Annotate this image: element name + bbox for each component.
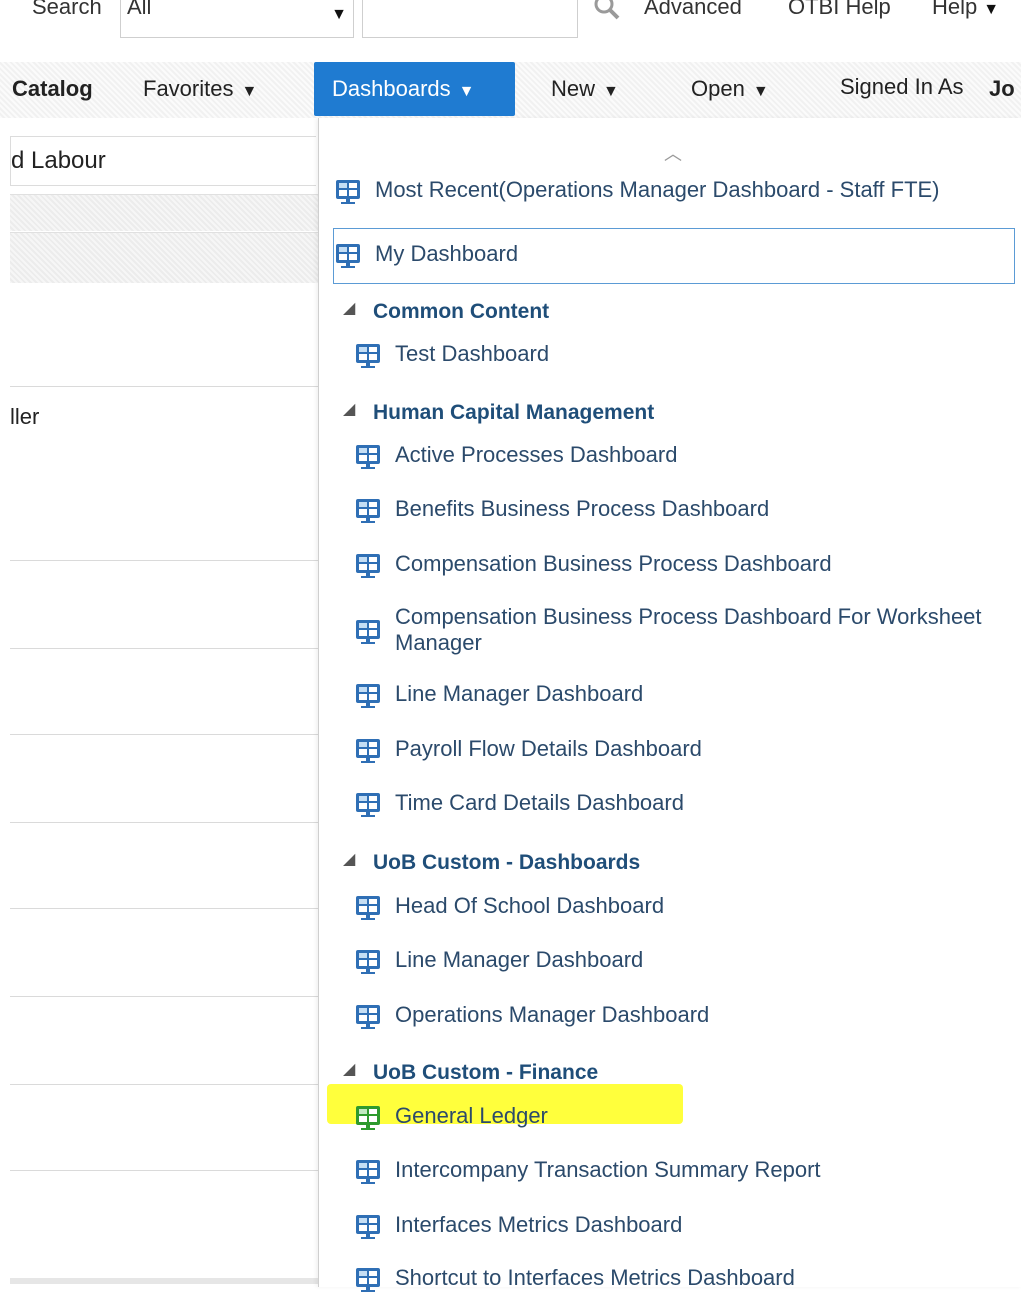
- dashboard-icon: [355, 1104, 381, 1132]
- catalog-link[interactable]: Catalog: [12, 76, 93, 102]
- row-text: ller: [10, 404, 40, 429]
- dashboard-icon: [355, 737, 381, 765]
- signed-in-label: Signed In As: [840, 74, 964, 99]
- page-title-box: d Labour: [10, 136, 316, 186]
- otbi-help-link[interactable]: OTBI Help: [788, 0, 891, 20]
- dashboard-icon: [355, 791, 381, 819]
- dashboards-label: Dashboards: [332, 76, 451, 101]
- menu-item-label: Compensation Business Process Dashboard …: [395, 604, 982, 655]
- menu-item-label: Benefits Business Process Dashboard: [395, 496, 770, 521]
- expanded-triangle-icon: ◢: [343, 401, 356, 418]
- section-header: [10, 232, 318, 283]
- expanded-triangle-icon: ◢: [343, 851, 356, 868]
- dashboard-icon: [335, 178, 361, 206]
- caret-down-icon: ▼: [331, 6, 347, 23]
- caret-down-icon: ▼: [752, 83, 769, 100]
- menu-item-label: Payroll Flow Details Dashboard: [395, 736, 702, 761]
- row-divider: [10, 1278, 318, 1284]
- menu-item-label: Active Processes Dashboard: [395, 442, 678, 467]
- favorites-menu[interactable]: Favorites ▼: [143, 76, 257, 102]
- search-input[interactable]: [362, 0, 578, 38]
- search-scope-value: All: [127, 0, 152, 19]
- caret-down-icon: ▼: [241, 83, 258, 100]
- background-page: d Labour ller: [0, 118, 318, 1287]
- menu-item-label: Interfaces Metrics Dashboard: [395, 1212, 683, 1237]
- dashboards-menu[interactable]: Dashboards ▼: [314, 62, 515, 116]
- group-label: UoB Custom - Dashboards: [373, 851, 641, 874]
- group-label: Common Content: [373, 300, 550, 323]
- row-divider: [10, 1170, 318, 1171]
- dashboard-icon: [355, 682, 381, 710]
- row-divider: [10, 996, 318, 997]
- dashboards-dropdown: ︿ Most Recent(Operations Manager Dashboa…: [318, 118, 1021, 1292]
- open-menu[interactable]: Open ▼: [691, 76, 769, 102]
- dashboard-icon: [355, 497, 381, 525]
- search-bar: Search All ▼ Advanced OTBI Help Help ▼: [0, 0, 1021, 42]
- page-title: d Labour: [11, 147, 106, 174]
- group-label: Human Capital Management: [373, 401, 655, 424]
- dashboard-icon: [355, 1158, 381, 1186]
- menu-item-label: My Dashboard: [375, 241, 519, 266]
- dashboard-icon: [355, 1213, 381, 1241]
- menu-item-label: Line Manager Dashboard: [395, 681, 644, 706]
- help-label: Help: [932, 0, 978, 19]
- dashboard-icon: [355, 1003, 381, 1031]
- menu-item-label: Intercompany Transaction Summary Report: [395, 1157, 821, 1182]
- menu-item-label: General Ledger: [395, 1103, 548, 1128]
- search-label: Search: [32, 0, 102, 19]
- row-divider: [10, 560, 318, 561]
- dashboard-icon: [355, 618, 381, 646]
- help-menu[interactable]: Help ▼: [932, 0, 999, 20]
- menu-item-label: Line Manager Dashboard: [395, 947, 644, 972]
- menu-item-label: Compensation Business Process Dashboard: [395, 551, 832, 576]
- caret-down-icon: ▼: [983, 1, 1000, 18]
- new-menu[interactable]: New ▼: [551, 76, 619, 102]
- row-divider: [10, 648, 318, 649]
- row-divider: [10, 386, 318, 387]
- expanded-triangle-icon: ◢: [343, 300, 356, 317]
- dashboard-icon: [355, 443, 381, 471]
- caret-down-icon: ▼: [458, 83, 475, 100]
- menu-item-label: Test Dashboard: [395, 341, 550, 366]
- menu-item-label: Head Of School Dashboard: [395, 893, 665, 918]
- dashboard-icon: [355, 342, 381, 370]
- dashboard-icon: [335, 242, 361, 270]
- dashboard-icon: [355, 948, 381, 976]
- favorites-label: Favorites: [143, 76, 234, 101]
- menu-item-label: Shortcut to Interfaces Metrics Dashboard: [395, 1265, 795, 1290]
- menu-item-label: Most Recent(Operations Manager Dashboard…: [375, 177, 940, 202]
- row-divider: [10, 734, 318, 735]
- search-scope-select[interactable]: All ▼: [120, 0, 354, 38]
- search-icon[interactable]: [588, 0, 624, 30]
- dashboard-icon: [355, 894, 381, 922]
- advanced-link[interactable]: Advanced: [644, 0, 742, 20]
- row-divider: [10, 822, 318, 823]
- dashboard-icon: [355, 552, 381, 580]
- row-divider: [10, 908, 318, 909]
- global-nav-bar: Catalog Favorites ▼ Dashboards ▼ New ▼ Open…: [0, 62, 1021, 118]
- row-divider: [10, 1084, 318, 1085]
- user-name[interactable]: Jo: [989, 76, 1015, 102]
- menu-item-label: Time Card Details Dashboard: [395, 790, 684, 815]
- menu-item-label: Operations Manager Dashboard: [395, 1002, 710, 1027]
- expanded-triangle-icon: ◢: [343, 1061, 356, 1078]
- open-label: Open: [691, 76, 745, 101]
- scroll-up-icon[interactable]: ︿: [664, 140, 682, 166]
- new-label: New: [551, 76, 596, 101]
- section-header: [10, 194, 318, 231]
- group-label: UoB Custom - Finance: [373, 1061, 599, 1084]
- dashboard-icon: [355, 1266, 381, 1294]
- caret-down-icon: ▼: [603, 83, 619, 100]
